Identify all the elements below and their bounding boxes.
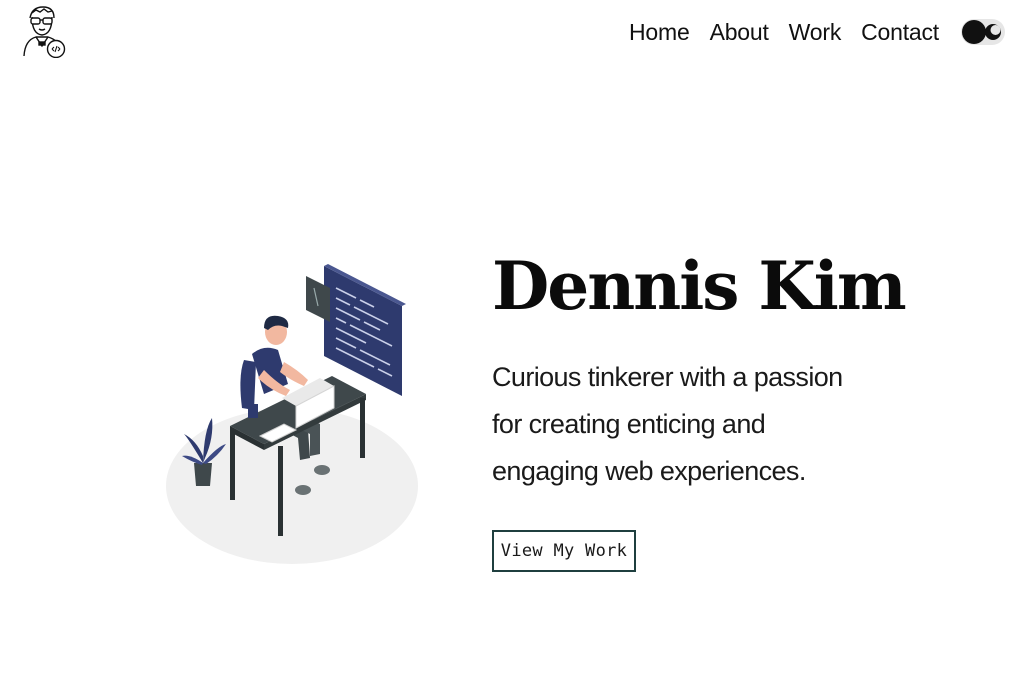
logo-avatar-icon[interactable] — [20, 4, 66, 59]
hero-name: Dennis Kim — [492, 247, 907, 325]
main-nav: Home About Work Contact — [629, 14, 1005, 50]
nav-home-link[interactable]: Home — [629, 14, 690, 50]
theme-toggle[interactable] — [961, 19, 1005, 45]
hero-tagline: Curious tinkerer with a passion for crea… — [492, 362, 843, 486]
person-working-at-desk-illustration — [166, 264, 418, 564]
moon-icon — [985, 24, 1001, 40]
page: Home About Work Contact Dennis Kim Curio… — [0, 0, 1024, 700]
view-my-work-button[interactable]: View My Work — [492, 530, 636, 572]
nav-work-link[interactable]: Work — [789, 14, 842, 50]
hero-text: Dennis Kim Curious tinkerer with a passi… — [492, 236, 912, 495]
nav-contact-link[interactable]: Contact — [861, 14, 939, 50]
nav-about-link[interactable]: About — [710, 14, 769, 50]
dark-mode-circle-icon — [962, 20, 986, 44]
